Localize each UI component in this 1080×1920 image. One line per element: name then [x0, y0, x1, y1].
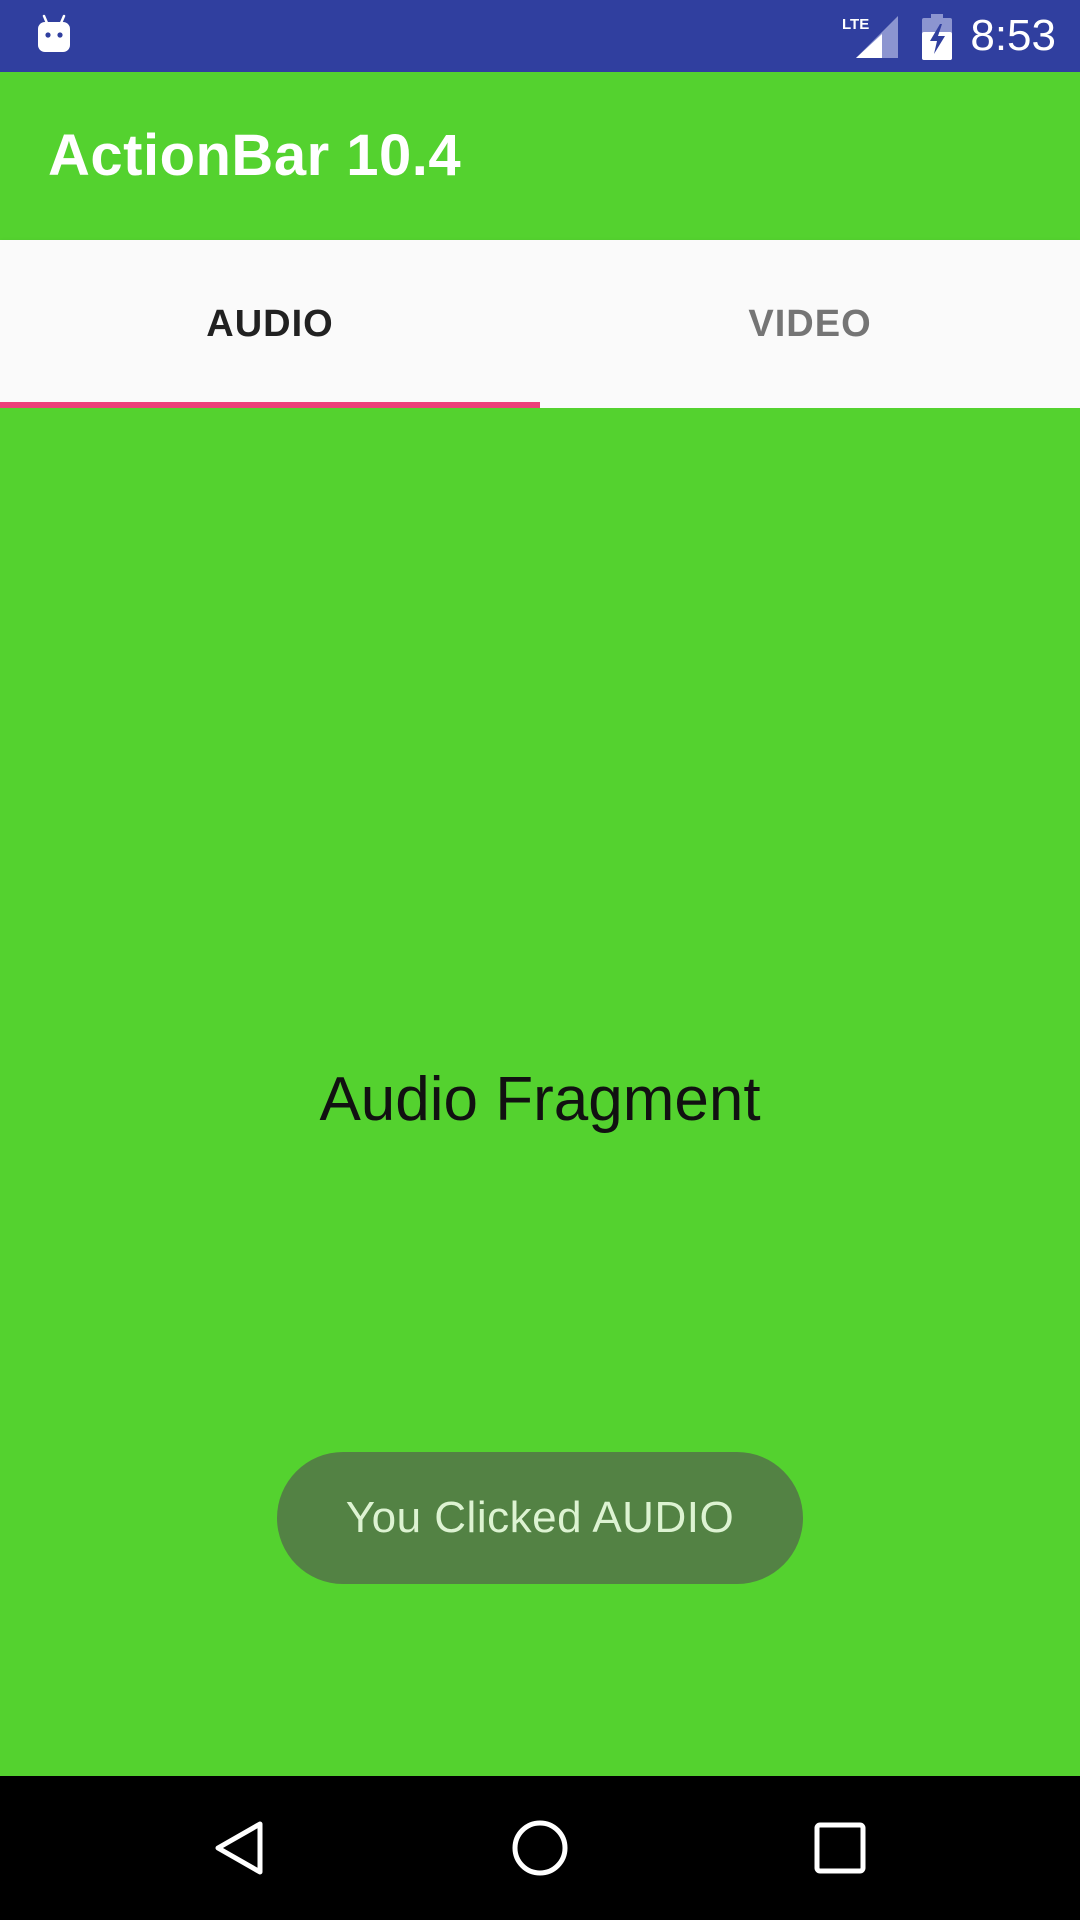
- tab-video[interactable]: VIDEO: [540, 240, 1080, 408]
- svg-text:LTE: LTE: [842, 16, 869, 33]
- app-title: ActionBar 10.4: [48, 123, 462, 188]
- back-button[interactable]: [160, 1776, 320, 1920]
- battery-charging-icon: [922, 14, 952, 60]
- tab-video-label: VIDEO: [748, 302, 872, 345]
- status-bar: LTE 8:53: [0, 0, 1080, 72]
- recents-icon: [814, 1822, 866, 1874]
- fragment-text: Audio Fragment: [319, 1065, 761, 1134]
- tab-audio-label: AUDIO: [206, 302, 334, 345]
- tab-bar: AUDIO VIDEO: [0, 240, 1080, 408]
- action-bar: ActionBar 10.4: [0, 72, 1080, 240]
- lte-signal-icon: LTE: [842, 16, 898, 58]
- status-time: 8:53: [970, 11, 1056, 60]
- screen: LTE 8:53 ActionBar 10.4 AUDIO VIDEO Audi…: [0, 0, 1080, 1920]
- android-notification-icon: [38, 14, 70, 52]
- toast-text: You Clicked AUDIO: [345, 1493, 735, 1542]
- back-icon: [215, 1821, 263, 1875]
- toast-message: You Clicked AUDIO: [277, 1452, 803, 1584]
- home-icon: [512, 1820, 568, 1876]
- recents-button[interactable]: [760, 1776, 920, 1920]
- navigation-bar: [0, 1776, 1080, 1920]
- tab-audio[interactable]: AUDIO: [0, 240, 540, 408]
- home-button[interactable]: [460, 1776, 620, 1920]
